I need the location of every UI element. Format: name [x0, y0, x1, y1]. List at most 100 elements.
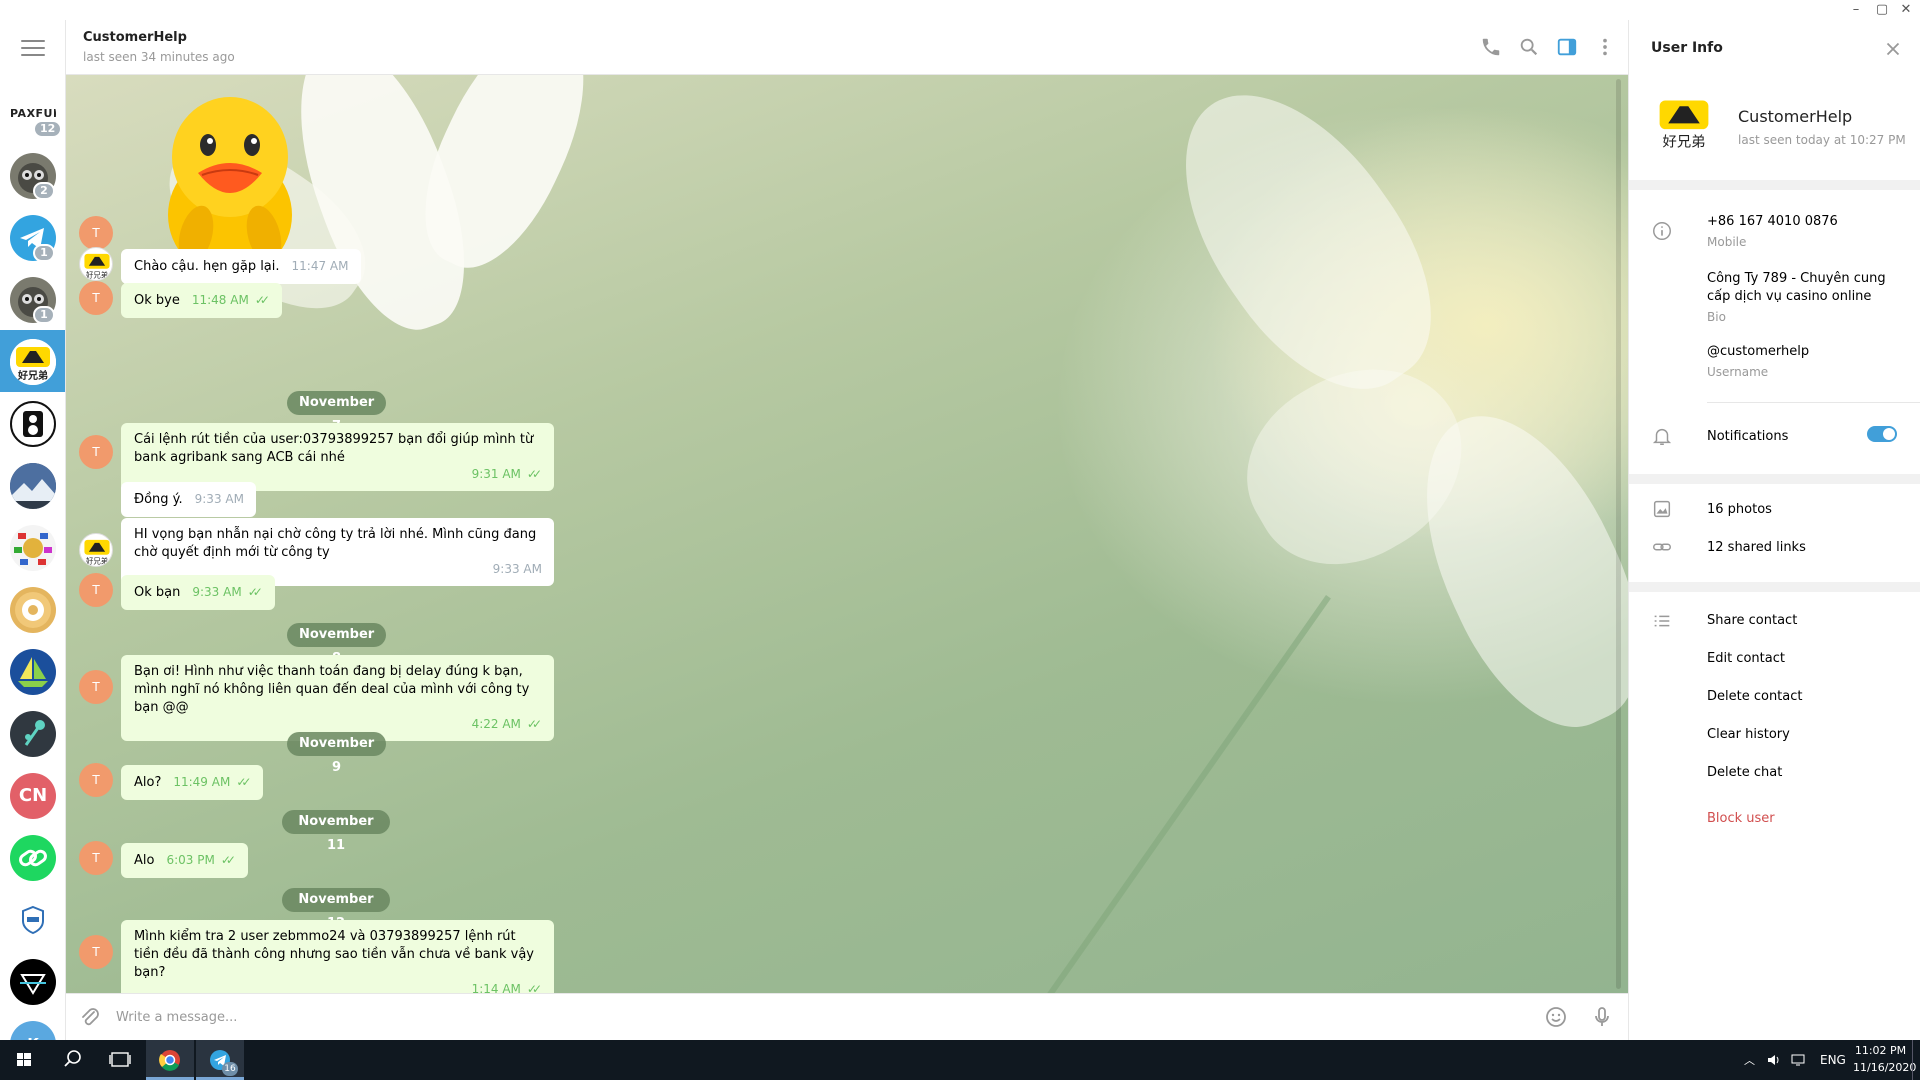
chat-item-cn[interactable]: CN [0, 764, 65, 826]
chat-title[interactable]: CustomerHelp [83, 30, 187, 45]
chat-item-telegram[interactable]: 1 [0, 206, 65, 268]
edit-contact-button[interactable]: Edit contact [1707, 651, 1785, 666]
sender-avatar[interactable]: T [79, 841, 113, 875]
read-check-icon: ✓✓ [220, 853, 236, 867]
svg-text:好兄弟: 好兄弟 [86, 557, 108, 566]
chat-item-chain[interactable] [0, 826, 65, 888]
chat-item-mountain[interactable] [0, 454, 65, 516]
message-bubble[interactable]: Cái lệnh rút tiền của user:03793899257 b… [121, 423, 554, 491]
delete-chat-button[interactable]: Delete chat [1707, 765, 1782, 780]
more-options-icon[interactable] [1594, 36, 1616, 58]
clock-date[interactable]: 11/16/2020 [1853, 1061, 1916, 1074]
unread-badge: 12 [33, 120, 63, 138]
message-bubble[interactable]: Bạn ơi! Hình như việc thanh toán đang bị… [121, 655, 554, 741]
sender-avatar[interactable]: T [79, 670, 113, 704]
clear-history-button[interactable]: Clear history [1707, 727, 1790, 742]
chat-item-flags[interactable] [0, 516, 65, 578]
chain-avatar [10, 835, 56, 881]
sender-avatar[interactable]: T [79, 216, 113, 250]
customerhelp-small-avatar[interactable]: 好兄弟 [79, 533, 113, 567]
attach-icon[interactable] [78, 1006, 102, 1030]
read-check-icon: ✓✓ [526, 982, 542, 993]
chat-item-coin-cat[interactable] [0, 578, 65, 640]
chat-item-paxful[interactable]: PAXFUL 12 [0, 82, 65, 144]
chat-item-shield[interactable] [0, 888, 65, 950]
plant-avatar [10, 711, 56, 757]
windows-start-icon[interactable] [0, 1040, 48, 1080]
user-info-panel: User Info 好兄弟 CustomerHelp last seen tod… [1628, 20, 1920, 1040]
language-indicator[interactable]: ENG [1820, 1053, 1846, 1067]
phone-icon[interactable] [1480, 36, 1502, 58]
message-text: Chào cậu. hẹn gặp lại. [134, 259, 280, 274]
chat-item-k[interactable]: K [0, 1012, 65, 1040]
message-bubble[interactable]: Mình kiểm tra 2 user zebmmo24 và 0379389… [121, 920, 554, 993]
message-bubble[interactable]: Đồng ý. 9:33 AM [121, 482, 256, 517]
message-time: 9:33 AM [194, 492, 244, 506]
chat-item-monkey-2[interactable]: 1 [0, 268, 65, 330]
maximize-button[interactable]: ▢ [1869, 0, 1895, 20]
chat-item-triangle[interactable] [0, 950, 65, 1012]
profile-name: CustomerHelp [1738, 107, 1853, 126]
tray-chevron-icon[interactable]: ︿ [1744, 1052, 1755, 1068]
clock-time[interactable]: 11:02 PM [1853, 1044, 1908, 1057]
info-panel-toggle-icon[interactable] [1556, 36, 1578, 58]
message-text: Ok bạn [134, 585, 181, 600]
profile-avatar[interactable]: 好兄弟 [1651, 89, 1717, 155]
show-desktop-button[interactable] [1912, 1040, 1913, 1080]
telegram-window: – ▢ ✕ PAXFUL 12 2 1 1 好兄弟 CN CustomerHel… [0, 0, 1920, 1080]
minimize-button[interactable]: – [1843, 0, 1869, 20]
menu-icon[interactable] [21, 40, 45, 58]
sender-avatar[interactable]: T [79, 763, 113, 797]
chat-header: CustomerHelp last seen 34 minutes ago [66, 20, 1628, 75]
telegram-badge: 16 [222, 1062, 238, 1076]
volume-icon[interactable] [1766, 1052, 1782, 1068]
network-icon[interactable] [1790, 1052, 1806, 1068]
message-bubble[interactable]: Ok bạn 9:33 AM ✓✓ [121, 575, 275, 610]
message-bubble[interactable]: Chào cậu. hẹn gặp lại. 11:47 AM [121, 249, 361, 284]
read-check-icon: ✓✓ [526, 467, 542, 481]
k-avatar: K [10, 1021, 56, 1040]
chat-item-plant[interactable] [0, 702, 65, 764]
panel-title: User Info [1651, 40, 1723, 56]
bio-text[interactable]: Công Ty 789 - Chuyên cung cấp dịch vụ ca… [1707, 270, 1897, 306]
chrome-icon[interactable] [146, 1040, 194, 1080]
sender-avatar[interactable]: T [79, 435, 113, 469]
chat-item-sail[interactable] [0, 640, 65, 702]
task-view-icon[interactable] [96, 1040, 144, 1080]
message-bubble[interactable]: Ok bye 11:48 AM ✓✓ [121, 283, 282, 318]
phone-number[interactable]: +86 167 4010 0876 [1707, 214, 1838, 229]
line-divider [1707, 402, 1920, 403]
chat-item-customerhelp[interactable]: 好兄弟 [0, 330, 65, 392]
svg-text:好兄弟: 好兄弟 [86, 271, 108, 280]
chat-item-speaker[interactable] [0, 392, 65, 454]
message-bubble[interactable]: Alo? 11:49 AM ✓✓ [121, 765, 264, 800]
message-input[interactable] [116, 1006, 1486, 1028]
search-icon[interactable] [1518, 36, 1540, 58]
shared-photos[interactable]: 16 photos [1707, 502, 1772, 517]
message-bubble[interactable]: Alo 6:03 PM ✓✓ [121, 843, 248, 878]
share-contact-button[interactable]: Share contact [1707, 613, 1797, 628]
username[interactable]: @customerhelp [1707, 344, 1809, 359]
delete-contact-button[interactable]: Delete contact [1707, 689, 1803, 704]
read-check-icon: ✓✓ [247, 585, 263, 599]
shared-links[interactable]: 12 shared links [1707, 540, 1806, 555]
close-icon[interactable] [1882, 38, 1904, 60]
telegram-taskbar-icon[interactable]: 16 [196, 1040, 244, 1080]
toggle-knob [1883, 428, 1895, 440]
message-time: 11:49 AM ✓✓ [173, 773, 251, 791]
customerhelp-small-avatar[interactable]: 好兄弟 [79, 247, 113, 281]
emoji-icon[interactable] [1544, 1005, 1568, 1029]
block-user-button[interactable]: Block user [1707, 811, 1775, 826]
message-scrollbar[interactable] [1616, 79, 1621, 989]
microphone-icon[interactable] [1590, 1005, 1614, 1029]
taskbar: 16 ︿ ENG 11:02 PM 11/16/2020 [0, 1040, 1920, 1080]
search-icon[interactable] [48, 1040, 96, 1080]
sender-avatar[interactable]: T [79, 935, 113, 969]
sender-avatar[interactable]: T [79, 573, 113, 607]
sender-avatar[interactable]: T [79, 281, 113, 315]
chat-item-monkey-1[interactable]: 2 [0, 144, 65, 206]
message-text: Đồng ý. [134, 492, 183, 507]
chat-status: last seen 34 minutes ago [83, 50, 235, 64]
notifications-toggle[interactable] [1867, 426, 1897, 442]
close-window-button[interactable]: ✕ [1893, 0, 1919, 20]
